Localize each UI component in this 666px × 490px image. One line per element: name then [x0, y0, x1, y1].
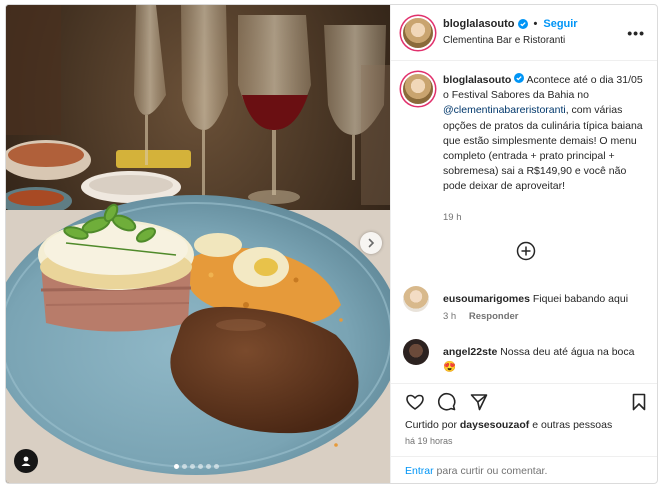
caption-username[interactable]: bloglalasouto: [443, 74, 511, 86]
commenter-username[interactable]: angel22ste: [443, 346, 497, 358]
carousel-dot: [214, 464, 219, 469]
post-media[interactable]: [6, 5, 390, 483]
instagram-post: bloglalasouto • Seguir Clementina Bar e …: [5, 4, 658, 484]
carousel-dot: [198, 464, 203, 469]
caption-text: bloglalasouto Acontece até o dia 31/05 o…: [443, 73, 648, 195]
commenter-avatar[interactable]: [403, 286, 429, 312]
login-prompt-rest: para curtir ou comentar.: [433, 465, 548, 477]
caption-author-avatar[interactable]: [403, 74, 433, 104]
more-options-icon[interactable]: •••: [627, 25, 645, 41]
caption-mention-link[interactable]: @clementinabareristoranti: [443, 104, 566, 116]
food-photo: [6, 5, 390, 483]
liked-by-prefix: Curtido por: [405, 419, 460, 431]
heart-icon[interactable]: [405, 392, 425, 412]
post-age: há 19 horas: [405, 436, 453, 446]
load-more-comments-button[interactable]: [516, 241, 536, 261]
post-side-panel: bloglalasouto • Seguir Clementina Bar e …: [390, 5, 657, 483]
comment-icon[interactable]: [437, 392, 457, 412]
carousel-dot: [182, 464, 187, 469]
author-avatar[interactable]: [403, 18, 433, 48]
caption-time: 19 h: [443, 212, 462, 223]
comment-body: Nossa deu até água na boca: [500, 346, 635, 358]
chevron-right-icon: [368, 238, 375, 248]
comment-body: Fiquei babando aqui: [532, 293, 629, 305]
next-image-button[interactable]: [360, 232, 382, 254]
carousel-dot: [206, 464, 211, 469]
post-header: bloglalasouto • Seguir Clementina Bar e …: [391, 5, 657, 61]
verified-badge-icon: [517, 19, 528, 29]
separator-dot: •: [533, 18, 538, 30]
author-line: bloglalasouto • Seguir: [443, 18, 578, 30]
follow-button[interactable]: Seguir: [543, 18, 577, 30]
comment-text: eusoumarigomes Fiquei babando aqui: [443, 292, 653, 307]
comment-meta: 3 h Responder: [443, 311, 518, 322]
author-username[interactable]: bloglalasouto: [443, 18, 515, 30]
liked-by-suffix[interactable]: e outras pessoas: [529, 419, 612, 431]
liked-by-user[interactable]: daysesouzaof: [460, 419, 529, 431]
comment-emoji: 😍: [443, 361, 457, 373]
tagged-users-button[interactable]: [14, 449, 38, 473]
user-icon: [21, 456, 31, 466]
caption-body-2: , com várias opções de pratos da culinár…: [443, 104, 643, 193]
share-icon[interactable]: [469, 392, 489, 412]
caption-verified-badge-icon: [514, 73, 525, 83]
reply-button[interactable]: Responder: [469, 311, 519, 322]
carousel-dot: [190, 464, 195, 469]
post-actions: [391, 383, 657, 413]
login-link[interactable]: Entrar: [405, 465, 434, 477]
carousel-dots: [174, 464, 219, 469]
bookmark-icon[interactable]: [629, 392, 649, 412]
commenter-avatar[interactable]: [403, 339, 429, 365]
comment-login-prompt: Entrar para curtir ou comentar.: [391, 456, 657, 483]
comment-text: angel22ste Nossa deu até água na boca 😍: [443, 345, 653, 375]
comment-time: 3 h: [443, 311, 457, 322]
carousel-dot: [174, 464, 179, 469]
plus-circle-icon: [516, 241, 536, 261]
commenter-username[interactable]: eusoumarigomes: [443, 293, 530, 305]
liked-by-text: Curtido por daysesouzaof e outras pessoa…: [405, 419, 612, 431]
post-location[interactable]: Clementina Bar e Ristoranti: [443, 35, 565, 46]
